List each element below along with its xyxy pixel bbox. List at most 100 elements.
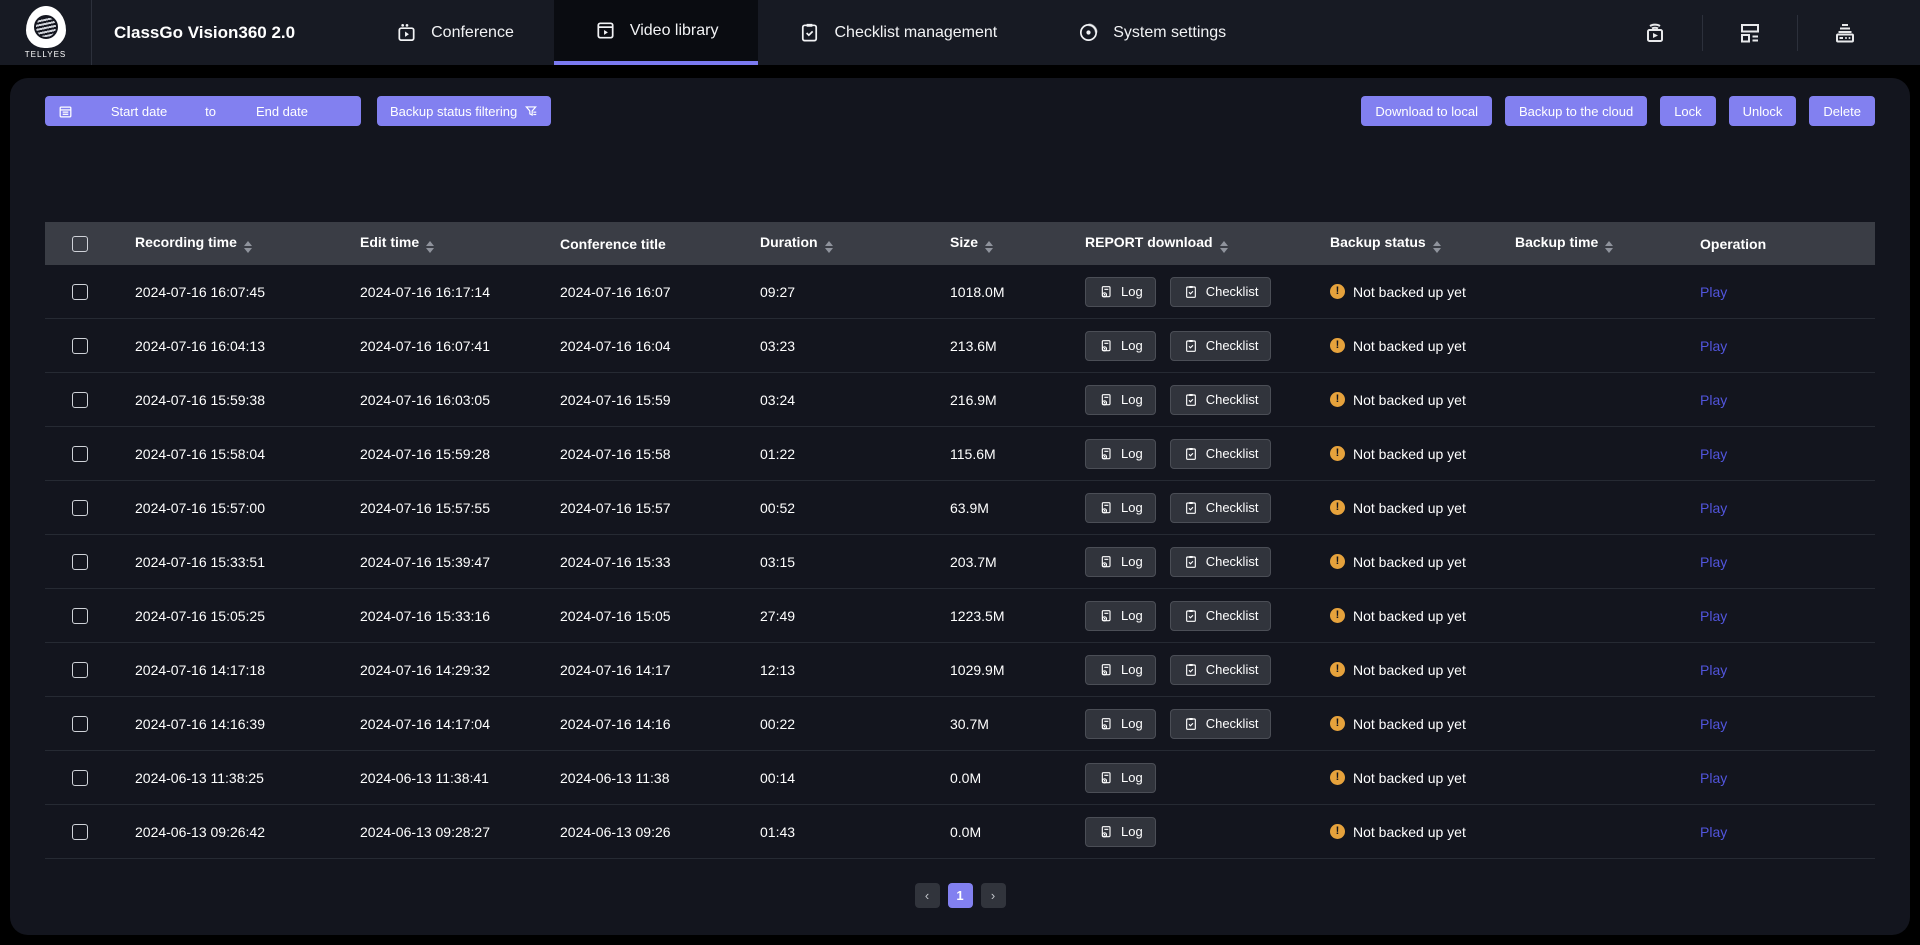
lock-button[interactable]: Lock	[1660, 96, 1715, 126]
log-button[interactable]: Log	[1085, 493, 1156, 523]
download-to-local-button[interactable]: Download to local	[1361, 96, 1492, 126]
backup-status-filter-button[interactable]: Backup status filtering	[377, 96, 551, 126]
log-button[interactable]: Log	[1085, 385, 1156, 415]
cell-recording-time: 2024-07-16 15:58:04	[115, 446, 340, 462]
tab-checklist-management[interactable]: Checklist management	[758, 0, 1037, 65]
log-button[interactable]: Log	[1085, 709, 1156, 739]
checklist-button-label: Checklist	[1206, 662, 1259, 677]
log-button[interactable]: Log	[1085, 817, 1156, 847]
play-link[interactable]: Play	[1700, 554, 1727, 570]
play-link[interactable]: Play	[1700, 608, 1727, 624]
cell-edit-time: 2024-06-13 11:38:41	[340, 770, 540, 786]
current-page-button[interactable]: 1	[948, 883, 973, 908]
play-link[interactable]: Play	[1700, 284, 1727, 300]
col-backup-status[interactable]: Backup status	[1310, 234, 1495, 253]
recorder-device-icon[interactable]	[1798, 18, 1892, 48]
sort-icon[interactable]	[985, 241, 993, 253]
row-checkbox[interactable]	[72, 392, 88, 408]
checklist-icon	[798, 21, 821, 44]
row-checkbox[interactable]	[72, 770, 88, 786]
calendar-icon	[58, 104, 73, 119]
log-button[interactable]: Log	[1085, 331, 1156, 361]
cell-recording-time: 2024-07-16 14:17:18	[115, 662, 340, 678]
col-duration[interactable]: Duration	[740, 234, 930, 253]
sort-icon[interactable]	[1605, 241, 1613, 253]
row-checkbox[interactable]	[72, 338, 88, 354]
row-checkbox[interactable]	[72, 284, 88, 300]
checklist-button[interactable]: Checklist	[1170, 493, 1272, 523]
checklist-button[interactable]: Checklist	[1170, 439, 1272, 469]
backup-status-text: Not backed up yet	[1353, 716, 1466, 732]
play-link[interactable]: Play	[1700, 662, 1727, 678]
sort-icon[interactable]	[1433, 241, 1441, 253]
next-page-button[interactable]: ›	[981, 883, 1006, 908]
backup-to-cloud-button[interactable]: Backup to the cloud	[1505, 96, 1647, 126]
brand-name: TELLYES	[25, 50, 67, 59]
delete-button[interactable]: Delete	[1809, 96, 1875, 126]
backup-status-text: Not backed up yet	[1353, 824, 1466, 840]
date-range-picker[interactable]: Start date to End date	[45, 96, 361, 126]
cell-recording-time: 2024-07-16 15:59:38	[115, 392, 340, 408]
cast-play-icon[interactable]	[1608, 18, 1702, 48]
table-row: 2024-07-16 15:59:38 2024-07-16 16:03:05 …	[45, 373, 1875, 427]
end-date-field[interactable]: End date	[216, 104, 348, 119]
log-button-label: Log	[1121, 392, 1143, 407]
cell-edit-time: 2024-06-13 09:28:27	[340, 824, 540, 840]
log-icon	[1098, 770, 1114, 786]
play-link[interactable]: Play	[1700, 500, 1727, 516]
row-checkbox[interactable]	[72, 824, 88, 840]
log-button[interactable]: Log	[1085, 763, 1156, 793]
start-date-field[interactable]: Start date	[73, 104, 205, 119]
row-checkbox[interactable]	[72, 662, 88, 678]
play-link[interactable]: Play	[1700, 716, 1727, 732]
row-checkbox[interactable]	[72, 716, 88, 732]
checklist-button[interactable]: Checklist	[1170, 277, 1272, 307]
checklist-button[interactable]: Checklist	[1170, 547, 1272, 577]
play-link[interactable]: Play	[1700, 446, 1727, 462]
play-link[interactable]: Play	[1700, 770, 1727, 786]
sort-icon[interactable]	[426, 241, 434, 253]
col-edit-time[interactable]: Edit time	[340, 234, 540, 253]
cell-size: 63.9M	[930, 500, 1065, 516]
sort-icon[interactable]	[244, 241, 252, 253]
row-checkbox[interactable]	[72, 554, 88, 570]
checklist-button[interactable]: Checklist	[1170, 601, 1272, 631]
select-all-checkbox[interactable]	[72, 236, 88, 252]
checklist-button[interactable]: Checklist	[1170, 655, 1272, 685]
row-checkbox[interactable]	[72, 608, 88, 624]
log-icon	[1098, 608, 1114, 624]
warning-icon: !	[1330, 446, 1345, 461]
checklist-button[interactable]: Checklist	[1170, 385, 1272, 415]
log-button[interactable]: Log	[1085, 601, 1156, 631]
log-button-label: Log	[1121, 446, 1143, 461]
cell-size: 1018.0M	[930, 284, 1065, 300]
funnel-icon	[524, 104, 538, 118]
layout-icon[interactable]	[1703, 18, 1797, 48]
table-row: 2024-07-16 14:16:39 2024-07-16 14:17:04 …	[45, 697, 1875, 751]
sort-icon[interactable]	[1220, 241, 1228, 253]
play-link[interactable]: Play	[1700, 338, 1727, 354]
checklist-button[interactable]: Checklist	[1170, 709, 1272, 739]
backup-status-text: Not backed up yet	[1353, 770, 1466, 786]
prev-page-button[interactable]: ‹	[915, 883, 940, 908]
tab-system-settings[interactable]: System settings	[1037, 0, 1266, 65]
log-button[interactable]: Log	[1085, 277, 1156, 307]
warning-icon: !	[1330, 554, 1345, 569]
col-size[interactable]: Size	[930, 234, 1065, 253]
row-checkbox[interactable]	[72, 500, 88, 516]
row-checkbox[interactable]	[72, 446, 88, 462]
unlock-button[interactable]: Unlock	[1729, 96, 1797, 126]
log-button[interactable]: Log	[1085, 439, 1156, 469]
tab-conference[interactable]: Conference	[355, 0, 554, 65]
play-link[interactable]: Play	[1700, 824, 1727, 840]
col-report-download[interactable]: REPORT download	[1065, 234, 1310, 253]
play-link[interactable]: Play	[1700, 392, 1727, 408]
checklist-button[interactable]: Checklist	[1170, 331, 1272, 361]
log-button[interactable]: Log	[1085, 655, 1156, 685]
col-backup-time[interactable]: Backup time	[1495, 234, 1680, 253]
tab-video-library[interactable]: Video library	[554, 0, 759, 65]
col-recording-time[interactable]: Recording time	[115, 234, 340, 253]
sort-icon[interactable]	[825, 241, 833, 253]
log-button[interactable]: Log	[1085, 547, 1156, 577]
log-icon	[1098, 500, 1114, 516]
